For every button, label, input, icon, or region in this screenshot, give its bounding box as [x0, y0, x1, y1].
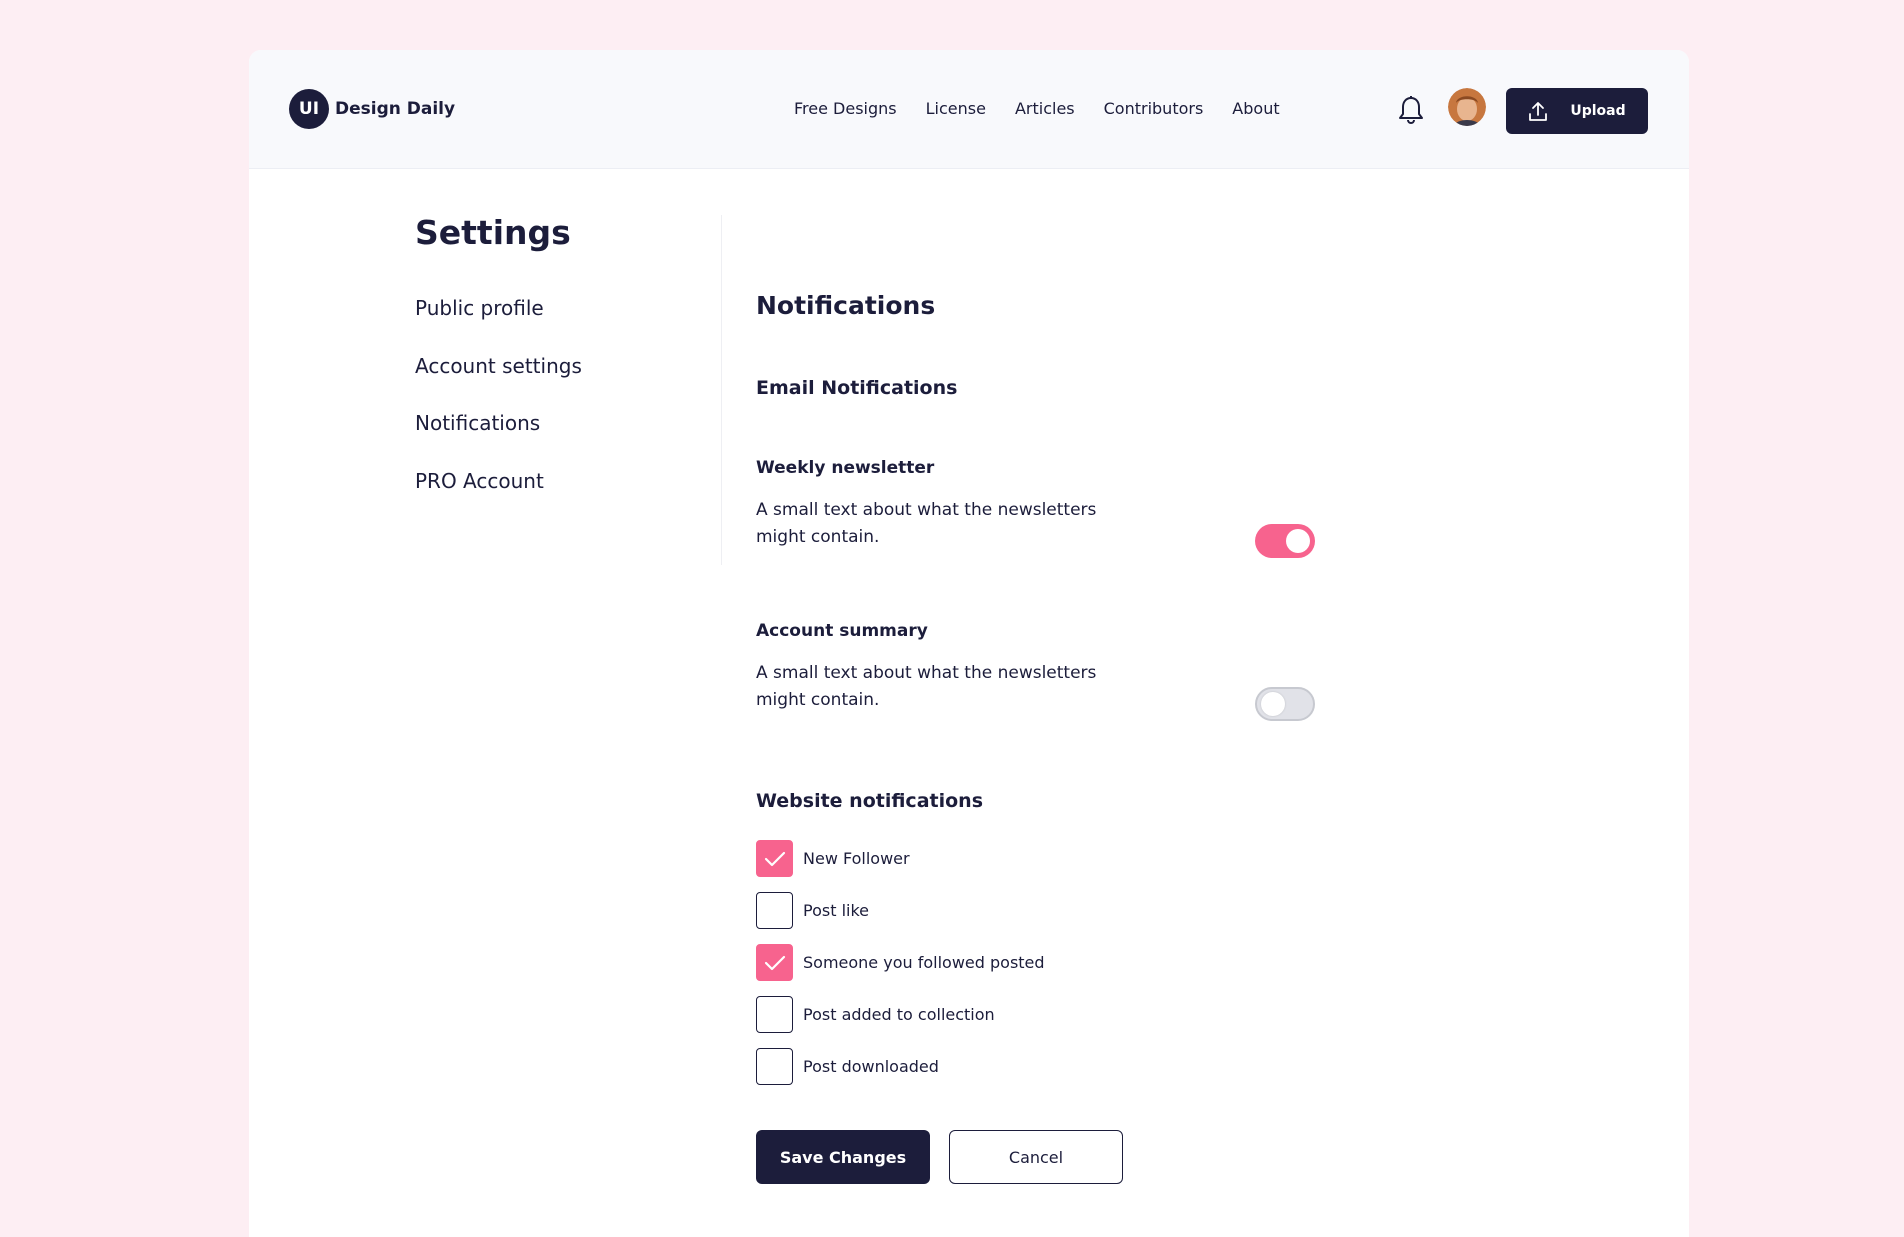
upload-icon — [1529, 102, 1548, 121]
nav-articles[interactable]: Articles — [1015, 99, 1075, 118]
upload-button[interactable]: Upload — [1506, 88, 1648, 134]
checkbox-new-follower[interactable]: New Follower — [756, 840, 910, 877]
checkbox-label: Post added to collection — [803, 1005, 995, 1024]
sidebar-item-pro-account[interactable]: PRO Account — [415, 469, 544, 493]
checkbox[interactable] — [756, 840, 793, 877]
page-title: Settings — [415, 213, 571, 252]
nav-free-designs[interactable]: Free Designs — [794, 99, 897, 118]
app-window: UI Design Daily Free Designs License Art… — [249, 50, 1689, 1237]
nav-contributors[interactable]: Contributors — [1104, 99, 1204, 118]
account-summary-description: A small text about what the newsletters … — [756, 663, 1097, 710]
upload-label: Upload — [1570, 103, 1626, 119]
top-header: UI Design Daily Free Designs License Art… — [249, 50, 1689, 169]
email-notifications-heading: Email Notifications — [756, 377, 958, 399]
checkbox-post-like[interactable]: Post like — [756, 892, 869, 929]
check-icon — [764, 851, 785, 866]
check-icon — [764, 955, 785, 970]
brand-name: Design Daily — [335, 99, 456, 119]
weekly-newsletter-toggle[interactable] — [1255, 524, 1315, 558]
checkbox-someone-followed-posted[interactable]: Someone you followed posted — [756, 944, 1045, 981]
main-nav: Free Designs License Articles Contributo… — [794, 99, 1309, 118]
checkbox[interactable] — [756, 944, 793, 981]
checkbox-post-downloaded[interactable]: Post downloaded — [756, 1048, 939, 1085]
logo-mark: UI — [289, 89, 329, 129]
nav-about[interactable]: About — [1232, 99, 1279, 118]
toggle-knob — [1286, 529, 1310, 553]
account-summary-toggle[interactable] — [1255, 687, 1315, 721]
sidebar-item-notifications[interactable]: Notifications — [415, 411, 540, 435]
checkbox-label: New Follower — [803, 849, 910, 868]
checkbox[interactable] — [756, 996, 793, 1033]
website-notifications-heading: Website notifications — [756, 790, 983, 812]
sidebar-item-public-profile[interactable]: Public profile — [415, 296, 544, 320]
sidebar-item-account-settings[interactable]: Account settings — [415, 354, 582, 378]
cancel-button[interactable]: Cancel — [949, 1130, 1123, 1184]
nav-license[interactable]: License — [926, 99, 986, 118]
section-title: Notifications — [756, 291, 936, 320]
account-summary-title: Account summary — [756, 621, 928, 641]
brand-logo[interactable]: UI Design Daily — [289, 89, 455, 129]
checkbox[interactable] — [756, 892, 793, 929]
weekly-newsletter-title: Weekly newsletter — [756, 458, 935, 478]
save-changes-button[interactable]: Save Changes — [756, 1130, 930, 1184]
checkbox[interactable] — [756, 1048, 793, 1085]
checkbox-label: Post downloaded — [803, 1057, 939, 1076]
checkbox-label: Post like — [803, 901, 869, 920]
checkbox-label: Someone you followed posted — [803, 953, 1045, 972]
checkbox-post-added-to-collection[interactable]: Post added to collection — [756, 996, 995, 1033]
sidebar-divider — [721, 215, 722, 565]
user-avatar[interactable] — [1448, 88, 1486, 126]
weekly-newsletter-description: A small text about what the newsletters … — [756, 500, 1097, 547]
toggle-knob — [1261, 692, 1285, 716]
bell-icon[interactable] — [1397, 95, 1425, 125]
